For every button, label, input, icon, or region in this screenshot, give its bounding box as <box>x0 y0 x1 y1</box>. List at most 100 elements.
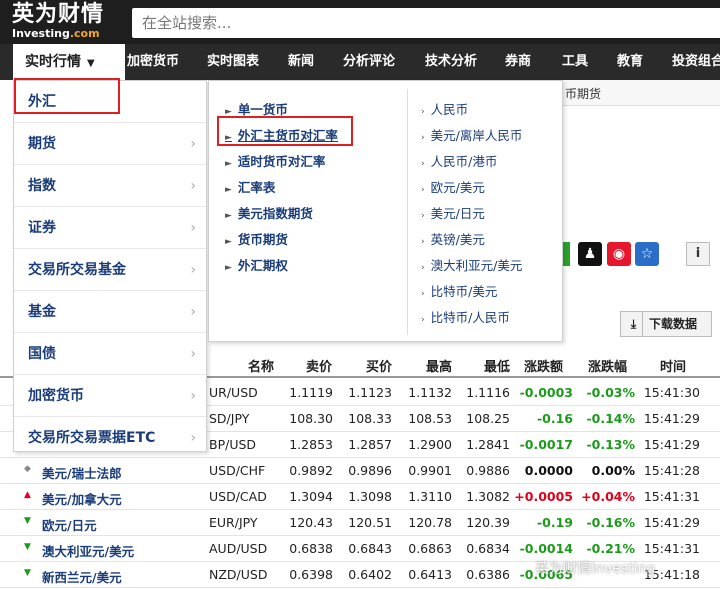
header-change[interactable]: 涨跌额 <box>524 356 563 375</box>
bullet-icon: ► <box>225 211 232 221</box>
cell-pct: 0.00% <box>591 463 635 478</box>
header-ask[interactable]: 买价 <box>366 356 392 375</box>
cell-low: 1.3082 <box>466 489 510 504</box>
header-name[interactable]: 名称 <box>248 356 274 375</box>
nav-portfolio[interactable]: 投资组合 <box>672 44 720 80</box>
cell-symbol: BP/USD <box>209 437 257 452</box>
nav-education[interactable]: 教育 <box>617 44 643 80</box>
pair-link[interactable]: › 人民币/港币 <box>421 151 497 170</box>
cell-low: 108.25 <box>466 411 510 426</box>
table-row[interactable]: ◆ 美元/瑞士法郎 USD/CHF 0.9892 0.9896 0.9901 0.9886 0… <box>0 458 720 484</box>
submenu-rate-table[interactable]: ► 汇率表 <box>225 177 275 196</box>
pair-link[interactable]: › 比特币/美元 <box>421 281 497 300</box>
cell-low: 120.39 <box>466 515 510 530</box>
nav-tools[interactable]: 工具 <box>562 44 588 80</box>
instrument-name[interactable]: 澳大利亚元/美元 <box>42 541 134 560</box>
menu-item-stocks[interactable]: 证券 › <box>14 207 206 249</box>
cell-bid: 0.6838 <box>289 541 333 556</box>
logo-cn: 英为财情 <box>12 2 105 27</box>
cell-chg: -0.0003 <box>519 385 573 400</box>
cell-high: 0.9901 <box>408 463 452 478</box>
search-input[interactable]: 在全站搜索... <box>132 8 720 38</box>
arrow-down-icon: ▼ <box>24 542 31 552</box>
qq-icon[interactable]: ♟ <box>578 242 602 266</box>
instrument-name[interactable]: 美元/瑞士法郎 <box>42 463 122 482</box>
pair-link[interactable]: › 人民币 <box>421 99 468 118</box>
header-change-pct[interactable]: 涨跌幅 <box>588 356 627 375</box>
cell-pct: -0.14% <box>586 411 635 426</box>
bullet-icon: ► <box>225 185 232 195</box>
chevron-right-icon: › <box>190 346 196 362</box>
instrument-name[interactable]: 新西兰元/美元 <box>42 567 122 586</box>
submenu-dollar-index[interactable]: ► 美元指数期货 <box>225 203 313 222</box>
header-high[interactable]: 最高 <box>426 356 452 375</box>
highlight-box-forex <box>14 78 120 114</box>
logo[interactable]: 英为财情 Investing.com <box>12 3 122 41</box>
nav-charts[interactable]: 实时图表 <box>207 44 259 80</box>
submenu-live-pairs[interactable]: ► 适时货币对汇率 <box>225 151 325 170</box>
quotes-dropdown-menu: 外汇 期货 › 指数 › 证券 › 交易所交易基金 › 基金 › 国债 › 加密货币 › 交易… <box>13 80 207 452</box>
menu-item-crypto[interactable]: 加密货币 › <box>14 375 206 417</box>
chevron-right-icon: › <box>190 430 196 446</box>
chevron-right-icon: › <box>190 136 196 152</box>
download-data-button[interactable]: ⤓ 下载数据 <box>620 311 712 337</box>
menu-item-etfs[interactable]: 交易所交易基金 › <box>14 249 206 291</box>
pair-link[interactable]: › 欧元/美元 <box>421 177 485 196</box>
menu-item-futures[interactable]: 期货 › <box>14 123 206 165</box>
cell-high: 120.78 <box>408 515 452 530</box>
pair-link[interactable]: › 澳大利亚元/美元 <box>421 255 522 274</box>
nav-brokers[interactable]: 券商 <box>505 44 531 80</box>
cell-ask: 1.2857 <box>348 437 392 452</box>
arrow-down-icon: ▼ <box>24 516 31 526</box>
cell-pct: -0.03% <box>586 385 635 400</box>
menu-item-indices[interactable]: 指数 › <box>14 165 206 207</box>
cell-pct: -0.16% <box>586 515 635 530</box>
nav-analysis[interactable]: 分析评论 <box>343 44 395 80</box>
instrument-name[interactable]: 美元/加拿大元 <box>42 489 122 508</box>
cell-time: 15:41:29 <box>643 411 700 426</box>
favorite-star-icon[interactable]: ☆ <box>635 242 659 266</box>
cell-chg: +0.0005 <box>514 489 573 504</box>
cell-pct: +0.04% <box>581 489 635 504</box>
cell-time: 15:41:31 <box>643 489 700 504</box>
cell-symbol: UR/USD <box>209 385 258 400</box>
pair-link[interactable]: › 英镑/美元 <box>421 229 485 248</box>
instrument-name[interactable]: 欧元/日元 <box>42 515 97 534</box>
cell-symbol: USD/CHF <box>209 463 266 478</box>
nav-crypto[interactable]: 加密货币 <box>127 44 179 80</box>
table-row[interactable]: ▲ 美元/加拿大元 USD/CAD 1.3094 1.3098 1.3110 1.3082 +… <box>0 484 720 510</box>
nav-news[interactable]: 新闻 <box>288 44 314 80</box>
cell-high: 108.53 <box>408 411 452 426</box>
cell-low: 1.2841 <box>466 437 510 452</box>
bullet-icon: › <box>421 159 425 169</box>
nav-technical[interactable]: 技术分析 <box>425 44 477 80</box>
chevron-right-icon: › <box>190 178 196 194</box>
header-low[interactable]: 最低 <box>484 356 510 375</box>
cell-chg: 0.0000 <box>524 463 573 478</box>
sub-nav-item[interactable]: 币期货 <box>565 85 601 102</box>
pair-link[interactable]: › 比特币/人民币 <box>421 307 510 326</box>
cell-bid: 1.1119 <box>289 385 333 400</box>
column-divider <box>407 89 408 335</box>
header-bid[interactable]: 卖价 <box>306 356 332 375</box>
pair-link[interactable]: › 美元/日元 <box>421 203 485 222</box>
highlight-box-major-pairs <box>217 116 353 146</box>
main-nav: 实时行情 ▼ 加密货币 实时图表 新闻 分析评论 技术分析 券商 工具 教育 投资… <box>0 44 720 80</box>
submenu-fx-options[interactable]: ► 外汇期权 <box>225 255 288 274</box>
nav-quotes[interactable]: 实时行情 ▼ <box>13 44 125 80</box>
menu-item-bonds[interactable]: 国债 › <box>14 333 206 375</box>
weibo-icon[interactable]: ◉ <box>607 242 631 266</box>
header-time[interactable]: 时间 <box>660 356 686 375</box>
table-row[interactable]: ▼ 欧元/日元 EUR/JPY 120.43 120.51 120.78 120.39 -0.… <box>0 510 720 536</box>
bullet-icon: ► <box>225 263 232 273</box>
chevron-down-icon: ▼ <box>87 58 95 69</box>
pair-link[interactable]: › 美元/离岸人民币 <box>421 125 522 144</box>
cell-bid: 1.3094 <box>289 489 333 504</box>
info-icon[interactable]: i <box>686 242 710 266</box>
cell-time: 15:41:31 <box>643 541 700 556</box>
menu-item-funds[interactable]: 基金 › <box>14 291 206 333</box>
cell-time: 15:41:29 <box>643 515 700 530</box>
cell-high: 0.6863 <box>408 541 452 556</box>
submenu-currency-futures[interactable]: ► 货币期货 <box>225 229 288 248</box>
menu-item-etc[interactable]: 交易所交易票据ETC › <box>14 417 206 459</box>
